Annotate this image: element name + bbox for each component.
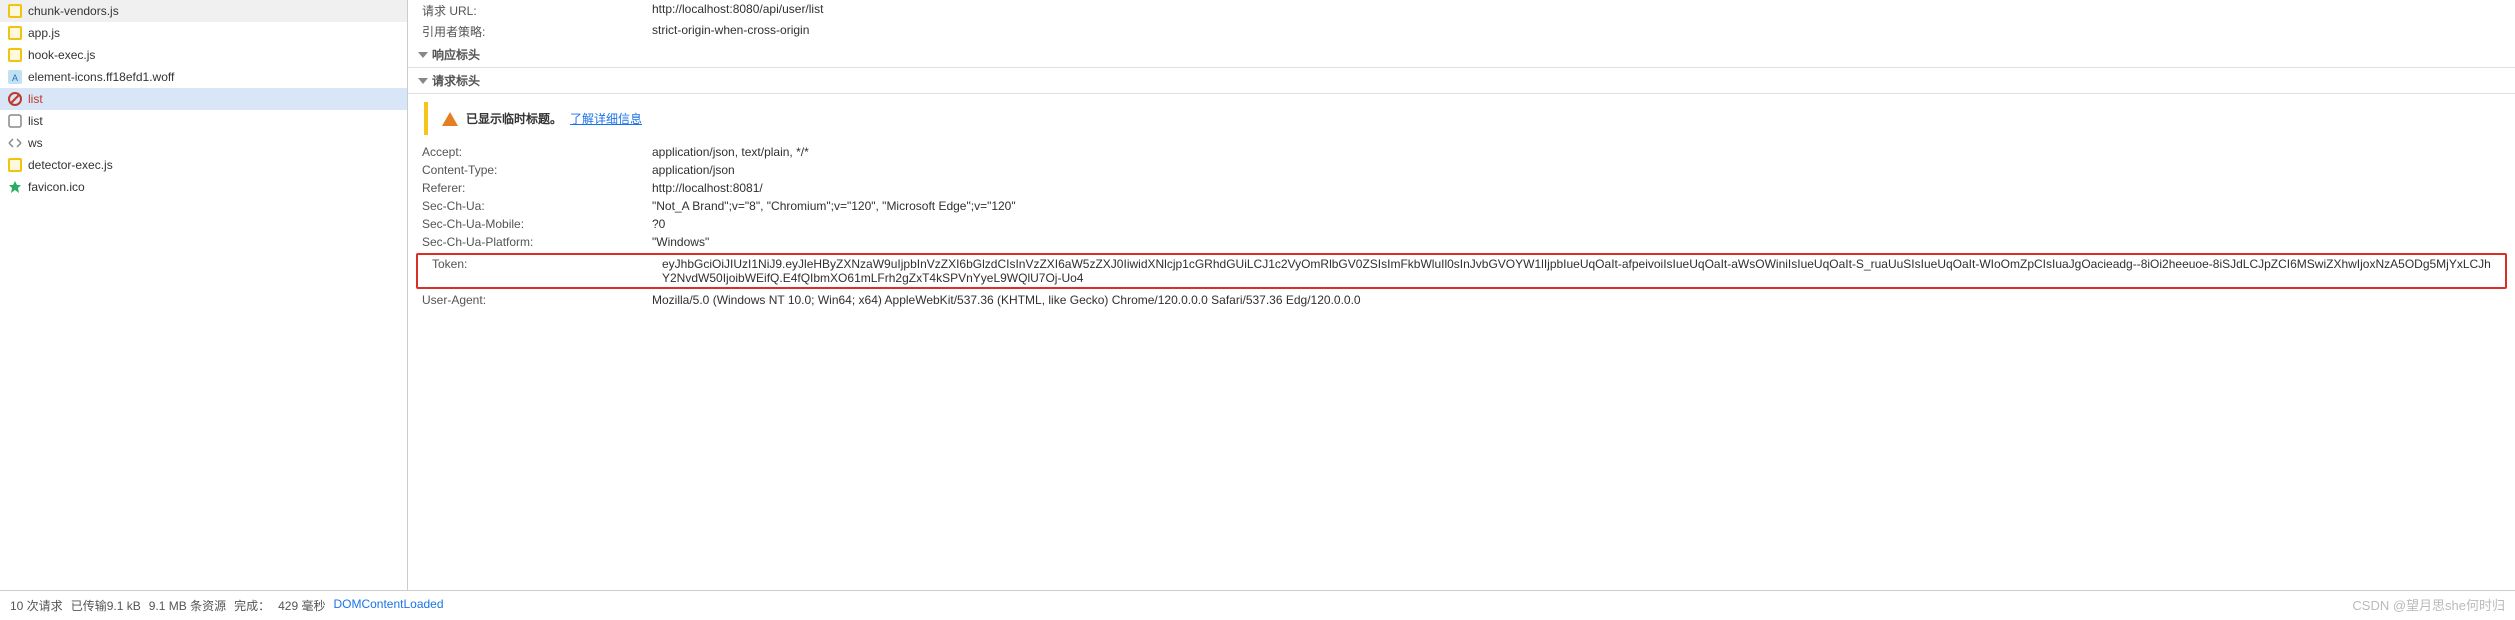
header-value: eyJhbGciOiJIUzI1NiJ9.eyJleHByZXNzaW9uIjp… bbox=[662, 257, 2491, 285]
file-label: list bbox=[28, 114, 43, 128]
section-title: 响应标头 bbox=[432, 46, 480, 63]
file-label: detector-exec.js bbox=[28, 158, 113, 172]
header-row: 请求 URL:http://localhost:8080/api/user/li… bbox=[408, 0, 2515, 21]
request-count: 10 次请求 bbox=[10, 597, 63, 614]
finish-label: 完成： bbox=[234, 597, 270, 614]
js-yellow-icon bbox=[8, 4, 22, 18]
file-label: list bbox=[28, 92, 43, 106]
file-label: element-icons.ff18efd1.woff bbox=[28, 70, 174, 84]
header-row: Sec-Ch-Ua:"Not_A Brand";v="8", "Chromium… bbox=[408, 197, 2515, 215]
chevron-down-icon bbox=[418, 52, 428, 58]
header-key: Sec-Ch-Ua-Platform: bbox=[422, 235, 652, 249]
blocked-red-icon bbox=[8, 92, 22, 106]
svg-text:A: A bbox=[12, 73, 18, 83]
domcontentloaded-label: DOMContentLoaded bbox=[333, 597, 443, 614]
header-value: strict-origin-when-cross-origin bbox=[652, 23, 2501, 40]
file-list-blocked[interactable]: list bbox=[0, 88, 407, 110]
section-title: 请求标头 bbox=[432, 72, 480, 89]
js-yellow-icon bbox=[8, 48, 22, 62]
favicon-icon bbox=[8, 180, 22, 194]
ws-icon bbox=[8, 136, 22, 150]
file-hook-exec-js[interactable]: hook-exec.js bbox=[0, 44, 407, 66]
file-ws[interactable]: ws bbox=[0, 132, 407, 154]
header-row: User-Agent:Mozilla/5.0 (Windows NT 10.0;… bbox=[408, 291, 2515, 309]
header-row: Referer:http://localhost:8081/ bbox=[408, 179, 2515, 197]
header-key: User-Agent: bbox=[422, 293, 652, 307]
request-headers-section[interactable]: 请求标头 bbox=[408, 68, 2515, 94]
file-label: chunk-vendors.js bbox=[28, 4, 119, 18]
finish-value: 429 毫秒 bbox=[278, 597, 325, 614]
file-label: ws bbox=[28, 136, 43, 150]
header-row: Sec-Ch-Ua-Platform:"Windows" bbox=[408, 233, 2515, 251]
font-blue-icon: A bbox=[8, 70, 22, 84]
header-value: "Windows" bbox=[652, 235, 2501, 249]
transferred-size: 已传输9.1 kB bbox=[71, 597, 141, 614]
headers-panel: 请求 URL:http://localhost:8080/api/user/li… bbox=[408, 0, 2515, 590]
header-value: Mozilla/5.0 (Windows NT 10.0; Win64; x64… bbox=[652, 293, 2501, 307]
header-row: 引用者策略:strict-origin-when-cross-origin bbox=[408, 21, 2515, 42]
header-key: Accept: bbox=[422, 145, 652, 159]
header-value: http://localhost:8081/ bbox=[652, 181, 2501, 195]
header-row: Sec-Ch-Ua-Mobile:?0 bbox=[408, 215, 2515, 233]
header-value: ?0 bbox=[652, 217, 2501, 231]
header-key: Sec-Ch-Ua: bbox=[422, 199, 652, 213]
js-yellow-icon bbox=[8, 26, 22, 40]
header-row: Content-Type:application/json bbox=[408, 161, 2515, 179]
learn-more-link[interactable]: 了解详细信息 bbox=[570, 110, 642, 127]
header-key: Content-Type: bbox=[422, 163, 652, 177]
square-gray-icon bbox=[8, 114, 22, 128]
resources-size: 9.1 MB 条资源 bbox=[149, 597, 226, 614]
header-key: Token: bbox=[432, 257, 662, 285]
file-app-js[interactable]: app.js bbox=[0, 22, 407, 44]
watermark: CSDN @望月思she何时归 bbox=[2352, 595, 2505, 614]
header-row: Accept:application/json, text/plain, */* bbox=[408, 143, 2515, 161]
response-headers-section[interactable]: 响应标头 bbox=[408, 42, 2515, 68]
file-element-icons-woff[interactable]: Aelement-icons.ff18efd1.woff bbox=[0, 66, 407, 88]
header-value: application/json, text/plain, */* bbox=[652, 145, 2501, 159]
chevron-down-icon bbox=[418, 78, 428, 84]
request-list-sidebar: chunk-vendors.js app.js hook-exec.js Aeleme… bbox=[0, 0, 408, 590]
header-value: application/json bbox=[652, 163, 2501, 177]
header-row-token: Token: eyJhbGciOiJIUzI1NiJ9.eyJleHByZXNz… bbox=[418, 255, 2505, 287]
header-value: "Not_A Brand";v="8", "Chromium";v="120",… bbox=[652, 199, 2501, 213]
file-favicon-ico[interactable]: favicon.ico bbox=[0, 176, 407, 198]
header-key: Referer: bbox=[422, 181, 652, 195]
header-key: Sec-Ch-Ua-Mobile: bbox=[422, 217, 652, 231]
file-label: app.js bbox=[28, 26, 60, 40]
notice-text: 已显示临时标题。 bbox=[466, 110, 562, 127]
file-chunk-vendors-js[interactable]: chunk-vendors.js bbox=[0, 0, 407, 22]
file-label: hook-exec.js bbox=[28, 48, 95, 62]
header-key: 引用者策略: bbox=[422, 23, 652, 40]
provisional-headers-notice: 已显示临时标题。 了解详细信息 bbox=[424, 102, 2499, 135]
file-list[interactable]: list bbox=[0, 110, 407, 132]
warning-icon bbox=[442, 112, 458, 126]
js-yellow-icon bbox=[8, 158, 22, 172]
file-detector-exec-js[interactable]: detector-exec.js bbox=[0, 154, 407, 176]
header-key: 请求 URL: bbox=[422, 2, 652, 19]
header-value: http://localhost:8080/api/user/list bbox=[652, 2, 2501, 19]
file-label: favicon.ico bbox=[28, 180, 85, 194]
token-highlight-box: Token: eyJhbGciOiJIUzI1NiJ9.eyJleHByZXNz… bbox=[416, 253, 2507, 289]
status-bar: 10 次请求 已传输9.1 kB 9.1 MB 条资源 完成： 429 毫秒 D… bbox=[0, 590, 2515, 620]
